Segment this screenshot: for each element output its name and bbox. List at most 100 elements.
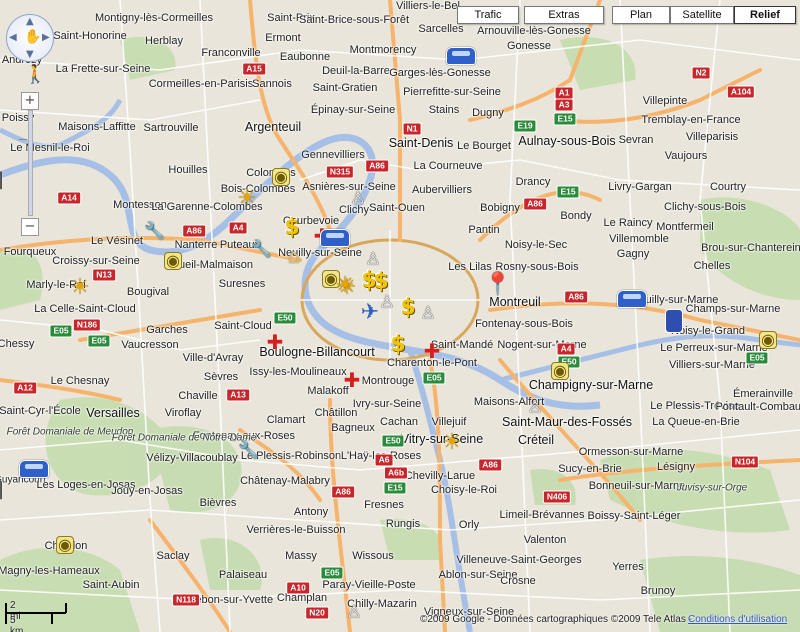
place-label: Créteil <box>517 433 555 447</box>
dollar-icon[interactable]: $ <box>361 270 376 292</box>
camera-icon[interactable]: ◉ <box>551 362 569 380</box>
place-label: Valenton <box>523 534 567 546</box>
road-shield: A86 <box>365 159 389 173</box>
hospital-cross-icon[interactable]: ✚ <box>424 341 441 361</box>
house-icon[interactable]: ⌂ <box>288 246 301 266</box>
place-label: Gonesse <box>506 40 552 52</box>
pan-down-icon[interactable]: ▼ <box>26 49 34 60</box>
sun-icon[interactable]: ☀ <box>442 432 462 454</box>
place-label: Antony <box>293 506 329 518</box>
wrench-icon[interactable]: 🔧 <box>251 241 272 259</box>
place-label: Saint-Cloud <box>214 320 272 332</box>
pan-right-icon[interactable]: ▶ <box>42 32 50 43</box>
camera-icon[interactable]: ◉ <box>272 168 290 186</box>
dollar-icon[interactable]: $ <box>390 334 405 356</box>
sun-icon[interactable]: ☀ <box>70 277 90 299</box>
car-icon[interactable] <box>320 229 350 247</box>
place-label: Bagneux <box>331 422 375 434</box>
place-label: Le Chesnay <box>50 375 110 387</box>
car-icon[interactable] <box>19 460 49 478</box>
extras-button[interactable]: Extras <box>524 6 604 24</box>
person-icon[interactable]: ♙ <box>346 604 361 622</box>
hospital-cross-icon[interactable]: ✚ <box>267 332 284 352</box>
zoom-slider-track[interactable] <box>19 110 33 216</box>
dollar-icon[interactable]: $ <box>400 297 415 319</box>
plan-button[interactable]: Plan <box>612 6 670 24</box>
zoom-out-button[interactable]: − <box>21 218 39 236</box>
plane-icon[interactable]: ✈ <box>361 302 379 324</box>
place-label: Asnières-sur-Seine <box>302 181 396 193</box>
traffic-button[interactable]: Trafic <box>457 6 519 24</box>
map-canvas[interactable]: Montigny-lès-Cormeilles Saint-Prix Saint… <box>0 0 800 632</box>
pan-up-icon[interactable]: ▲ <box>26 16 34 27</box>
place-label: Wissous <box>352 550 394 562</box>
place-label: Maisons-Laffitte <box>58 121 136 133</box>
road-shield: E50 <box>381 434 405 448</box>
place-label: Herblay <box>145 35 183 47</box>
place-label: Saint-Gratien <box>312 82 378 94</box>
place-label: Montrouge <box>361 375 415 387</box>
hospital-cross-icon[interactable]: ✚ <box>344 370 361 390</box>
place-label: Courtry <box>709 181 747 193</box>
place-label: Bondy <box>560 210 592 222</box>
place-label: Sevran <box>618 134 654 146</box>
pan-hand-icon[interactable]: ✋ <box>24 29 41 45</box>
person-icon[interactable]: ♙ <box>379 294 394 312</box>
camera-icon[interactable]: ◉ <box>56 536 74 554</box>
satellite-button[interactable]: Satellite <box>670 6 734 24</box>
car-icon[interactable] <box>617 290 647 308</box>
road-shield: A104 <box>726 85 756 99</box>
place-label: Eaubonne <box>279 51 331 63</box>
pan-control[interactable]: ▲ ▼ ◀ ▶ ✋ <box>6 14 54 62</box>
place-label: Villepinte <box>642 95 688 107</box>
place-label: Aubervilliers <box>412 184 472 196</box>
road-shield: A10 <box>286 581 310 595</box>
pegman-icon[interactable]: 🚶 <box>24 64 46 85</box>
train-icon[interactable] <box>665 309 683 333</box>
place-label: Pierrefitte-sur-Seine <box>403 86 501 98</box>
person-icon[interactable]: ♙ <box>420 305 435 323</box>
place-label: Saint-Maur-des-Fossés <box>502 415 632 429</box>
place-label: Argenteuil <box>244 120 302 134</box>
pan-left-icon[interactable]: ◀ <box>9 32 17 43</box>
person-icon[interactable]: ♙ <box>365 251 380 269</box>
road-shield: A15 <box>242 62 266 76</box>
place-label: Fourqueux <box>3 246 57 258</box>
place-label: Paray-Vieille-Poste <box>322 579 416 591</box>
sun-icon[interactable]: ☀ <box>237 188 257 210</box>
place-label: Villiers-sur-Marne <box>669 359 755 371</box>
wrench-icon[interactable]: 🔧 <box>238 442 259 460</box>
dollar-icon[interactable]: $ <box>284 217 299 239</box>
pedestrian-icon: | <box>0 169 5 190</box>
camera-icon[interactable]: ◉ <box>164 252 182 270</box>
place-label: La Courneuve <box>413 160 483 172</box>
relief-button[interactable]: Relief <box>734 6 796 24</box>
person-icon[interactable]: ♙ <box>527 399 542 417</box>
road-shield: N186 <box>72 318 102 332</box>
place-label: Châtillon <box>314 407 358 419</box>
zoom-control[interactable]: + − <box>19 92 39 236</box>
car-icon[interactable] <box>446 47 476 65</box>
place-label: Saint-Cyr-l'École <box>0 405 81 417</box>
road-shield: E05 <box>422 371 446 385</box>
place-label: Magny-les-Hameaux <box>0 565 100 577</box>
place-label: Bougival <box>126 286 170 298</box>
place-label: Malakoff <box>307 385 349 397</box>
place-label: Dugny <box>472 107 504 119</box>
place-label: Bobigny <box>480 202 520 214</box>
terms-link[interactable]: Conditions d'utilisation <box>688 614 787 625</box>
forest-label: Juvisy-sur-Orge <box>676 482 748 494</box>
sun-icon[interactable]: ☀ <box>335 275 355 297</box>
place-label: Lésigny <box>657 461 695 473</box>
zoom-in-button[interactable]: + <box>21 92 39 110</box>
road-shield: E05 <box>320 566 344 580</box>
place-label: Brunoy <box>640 585 676 597</box>
pin-icon[interactable]: 📍 <box>484 274 511 296</box>
camera-icon[interactable]: ◉ <box>759 331 777 349</box>
road-shield: N2 <box>691 66 711 80</box>
place-label: Châtenay-Malabry <box>240 475 330 487</box>
place-label: Massy <box>285 550 317 562</box>
wrench-icon[interactable]: 🔧 <box>144 223 165 241</box>
place-label: Clichy-sous-Bois <box>664 201 746 213</box>
person-icon[interactable]: ♙ <box>350 190 365 208</box>
